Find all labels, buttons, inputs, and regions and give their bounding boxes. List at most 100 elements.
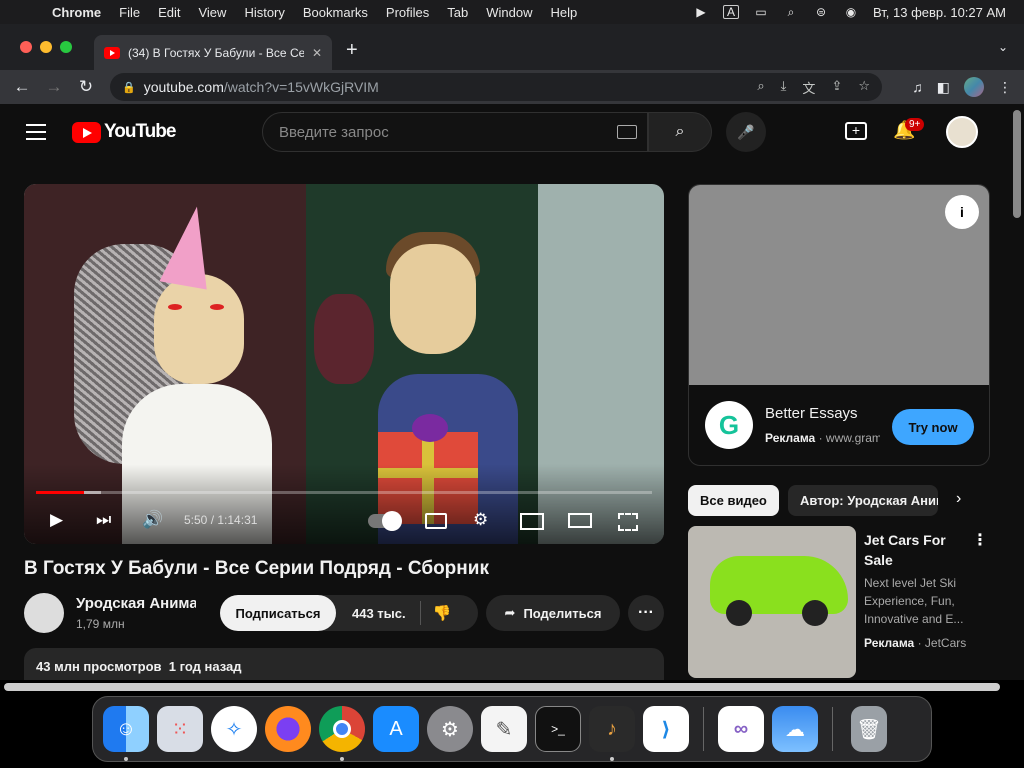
zoom-window-button[interactable]	[60, 41, 72, 53]
view-count: 43 млн просмотров	[36, 659, 162, 674]
fullscreen-icon[interactable]	[618, 513, 638, 531]
close-tab-icon[interactable]: ✕	[312, 46, 322, 60]
profile-avatar[interactable]	[964, 77, 984, 97]
youtube-logo[interactable]: YouTube	[72, 121, 176, 143]
siri-icon[interactable]: ◉	[843, 5, 859, 19]
ad-title[interactable]: Better Essays	[765, 405, 858, 422]
like-button[interactable]: 443 тыс.	[352, 606, 406, 621]
menu-help[interactable]: Help	[551, 5, 578, 20]
screen-mirroring-icon[interactable]: ▭	[753, 5, 769, 19]
menu-app-name[interactable]: Chrome	[52, 5, 101, 20]
video-frame-flowers	[314, 294, 374, 384]
ad-cta-button[interactable]: Try now	[892, 409, 974, 445]
description-box[interactable]: 43 млн просмотров 1 год назад	[24, 648, 664, 680]
volume-icon[interactable]: 🔊	[142, 510, 163, 530]
menu-edit[interactable]: Edit	[158, 5, 180, 20]
back-button[interactable]: ←	[6, 77, 38, 97]
safari-icon[interactable]: ✧	[211, 706, 257, 752]
chevron-right-icon[interactable]: ›	[956, 490, 961, 508]
share-button[interactable]: ➦ Поделиться	[486, 595, 620, 631]
launchpad-icon[interactable]: ⁙	[157, 706, 203, 752]
horizontal-scrollbar[interactable]	[4, 683, 1000, 691]
lock-icon[interactable]: 🔒	[122, 81, 136, 94]
share-icon[interactable]: ⇪	[831, 78, 842, 97]
channel-name[interactable]: Уродская Анимация	[76, 595, 196, 612]
play-icon[interactable]: ▶	[50, 510, 63, 530]
reload-button[interactable]: ↻	[70, 77, 102, 97]
keyboard-layout-icon[interactable]: A	[723, 5, 740, 19]
dislike-icon[interactable]: 👎	[433, 604, 452, 622]
media-controls-icon[interactable]: ♫	[912, 79, 923, 95]
app-store-icon[interactable]: A	[373, 706, 419, 752]
search-button[interactable]: ⌕	[648, 112, 712, 152]
menu-window[interactable]: Window	[486, 5, 532, 20]
tab-youtube[interactable]: (34) В Гостях У Бабули - Все Серии ✕	[94, 35, 332, 70]
scrollbar-thumb[interactable]	[1013, 110, 1021, 218]
tab-search-chevron-icon[interactable]: ⌄	[998, 40, 1008, 54]
guide-menu-icon[interactable]	[26, 124, 46, 145]
weather-icon[interactable]: ☁	[772, 706, 818, 752]
trash-icon[interactable]: 🗑	[851, 706, 887, 752]
menu-file[interactable]: File	[119, 5, 140, 20]
subscribe-button[interactable]: Подписаться	[220, 595, 336, 631]
new-tab-button[interactable]: +	[346, 39, 358, 62]
vertical-scrollbar[interactable]	[1010, 104, 1024, 680]
voice-search-button[interactable]: 🎤	[726, 112, 766, 152]
video-progress-bar[interactable]	[36, 491, 652, 494]
chip-by-author[interactable]: Автор: Уродская Анимация	[788, 485, 938, 516]
recommended-menu-icon[interactable]: ⋮	[972, 530, 988, 550]
control-center-icon[interactable]: ⊜	[813, 5, 829, 19]
video-player[interactable]: ▶ ⏭ 🔊 5:50 / 1:14:31 ⚙	[24, 184, 664, 544]
virtual-keyboard-icon[interactable]	[617, 125, 637, 139]
related-filter-chips: Все видео Автор: Уродская Анимация ›	[688, 485, 988, 517]
media-play-icon[interactable]: ▶	[693, 5, 709, 19]
firefox-icon[interactable]	[265, 706, 311, 752]
settings-gear-icon[interactable]: ⚙	[473, 510, 488, 530]
ad-advertiser-logo[interactable]: G	[705, 401, 753, 449]
terminal-icon[interactable]: >_	[535, 706, 581, 752]
menu-tab[interactable]: Tab	[447, 5, 468, 20]
menu-datetime[interactable]: Вт, 13 февр. 10:27 AM	[873, 5, 1006, 20]
finder-icon[interactable]: ☺	[103, 706, 149, 761]
sidebar-ad[interactable]: i G Better Essays Реклама · www.grammarl…	[688, 184, 990, 466]
next-video-icon[interactable]: ⏭	[96, 510, 111, 530]
bookmark-star-icon[interactable]: ☆	[858, 78, 870, 97]
minimize-window-button[interactable]	[40, 41, 52, 53]
search-input[interactable]: Введите запрос	[262, 112, 648, 152]
account-avatar[interactable]	[946, 116, 978, 148]
chrome-menu-icon[interactable]: ⋮	[998, 79, 1012, 96]
more-actions-icon[interactable]: ···	[628, 595, 664, 631]
theater-mode-icon[interactable]	[568, 513, 592, 528]
zoom-icon[interactable]: ⌕	[757, 78, 764, 97]
ad-info-icon[interactable]: i	[945, 195, 979, 229]
current-time: 5:50	[184, 513, 208, 527]
vscode-icon[interactable]: ⟩	[643, 706, 689, 752]
spotlight-search-icon[interactable]: ⌕	[783, 5, 799, 19]
chrome-icon[interactable]	[319, 706, 365, 761]
menu-history[interactable]: History	[244, 5, 284, 20]
recommended-thumbnail[interactable]	[688, 526, 856, 678]
menu-view[interactable]: View	[198, 5, 226, 20]
close-window-button[interactable]	[20, 41, 32, 53]
url-path: /watch?v=15vWkGjRVIM	[223, 79, 379, 95]
address-bar[interactable]: 🔒 youtube.com/watch?v=15vWkGjRVIM ⌕ ⤓ 文 …	[110, 73, 882, 101]
translate-icon[interactable]: 文	[802, 78, 815, 97]
recommended-title[interactable]: Jet Cars For Sale	[864, 530, 964, 570]
menu-bookmarks[interactable]: Bookmarks	[303, 5, 368, 20]
channel-avatar[interactable]	[24, 593, 64, 633]
chip-all-videos[interactable]: Все видео	[688, 485, 779, 516]
create-video-icon[interactable]: +	[845, 122, 867, 140]
miniplayer-icon[interactable]	[520, 513, 544, 530]
subtitles-icon[interactable]	[425, 513, 447, 529]
ad-media[interactable]: i	[689, 185, 989, 385]
install-app-icon[interactable]: ⤓	[781, 78, 787, 97]
system-settings-icon[interactable]: ⚙	[427, 706, 473, 752]
side-panel-icon[interactable]: ◧	[937, 79, 950, 96]
garageband-icon[interactable]: ♪	[589, 706, 635, 761]
visual-studio-icon[interactable]: ∞	[718, 706, 764, 752]
recommended-video[interactable]: Jet Cars For Sale Next level Jet Ski Exp…	[688, 526, 990, 680]
textedit-icon[interactable]: ✎	[481, 706, 527, 752]
autoplay-toggle[interactable]	[368, 511, 402, 531]
menu-profiles[interactable]: Profiles	[386, 5, 429, 20]
forward-button[interactable]: →	[38, 77, 70, 97]
